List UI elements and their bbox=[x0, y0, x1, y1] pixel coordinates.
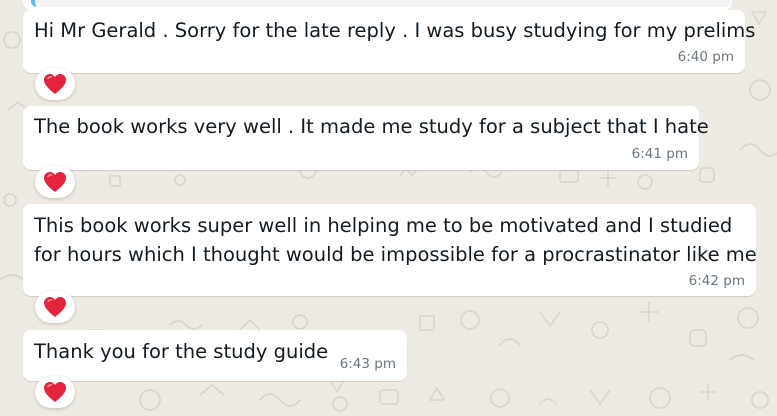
quoted-message-preview[interactable] bbox=[31, 0, 731, 7]
message-bubble[interactable]: Hi Mr Gerald . Sorry for the late reply … bbox=[23, 10, 755, 73]
message-text: Hi Mr Gerald . Sorry for the late reply … bbox=[34, 19, 756, 42]
message-timestamp: 6:43 pm bbox=[339, 356, 396, 372]
message-text-line-2: for hours which I thought would be impos… bbox=[34, 243, 757, 266]
message-timestamp: 6:41 pm bbox=[631, 146, 688, 162]
message-text-line-1: This book works super well in helping me… bbox=[34, 214, 733, 237]
message-bubble[interactable]: The book works very well . It made me st… bbox=[23, 106, 709, 170]
heart-icon bbox=[44, 382, 66, 402]
message-bubble[interactable]: This book works super well in helping me… bbox=[23, 204, 757, 296]
reaction-badge[interactable] bbox=[35, 68, 75, 100]
message-timestamp: 6:40 pm bbox=[677, 49, 734, 65]
message-bubble[interactable]: Thank you for the study guide 6:43 pm bbox=[23, 330, 407, 381]
message-text: The book works very well . It made me st… bbox=[34, 115, 709, 138]
heart-icon bbox=[44, 297, 66, 317]
heart-icon bbox=[44, 74, 66, 94]
reaction-badge[interactable] bbox=[35, 376, 75, 408]
heart-icon bbox=[44, 172, 66, 192]
message-timestamp: 6:42 pm bbox=[688, 273, 745, 289]
reaction-badge[interactable] bbox=[35, 291, 75, 323]
message-text: Thank you for the study guide bbox=[34, 340, 329, 363]
chat-area: Hi Mr Gerald . Sorry for the late reply … bbox=[0, 0, 777, 416]
reaction-badge[interactable] bbox=[35, 166, 75, 198]
